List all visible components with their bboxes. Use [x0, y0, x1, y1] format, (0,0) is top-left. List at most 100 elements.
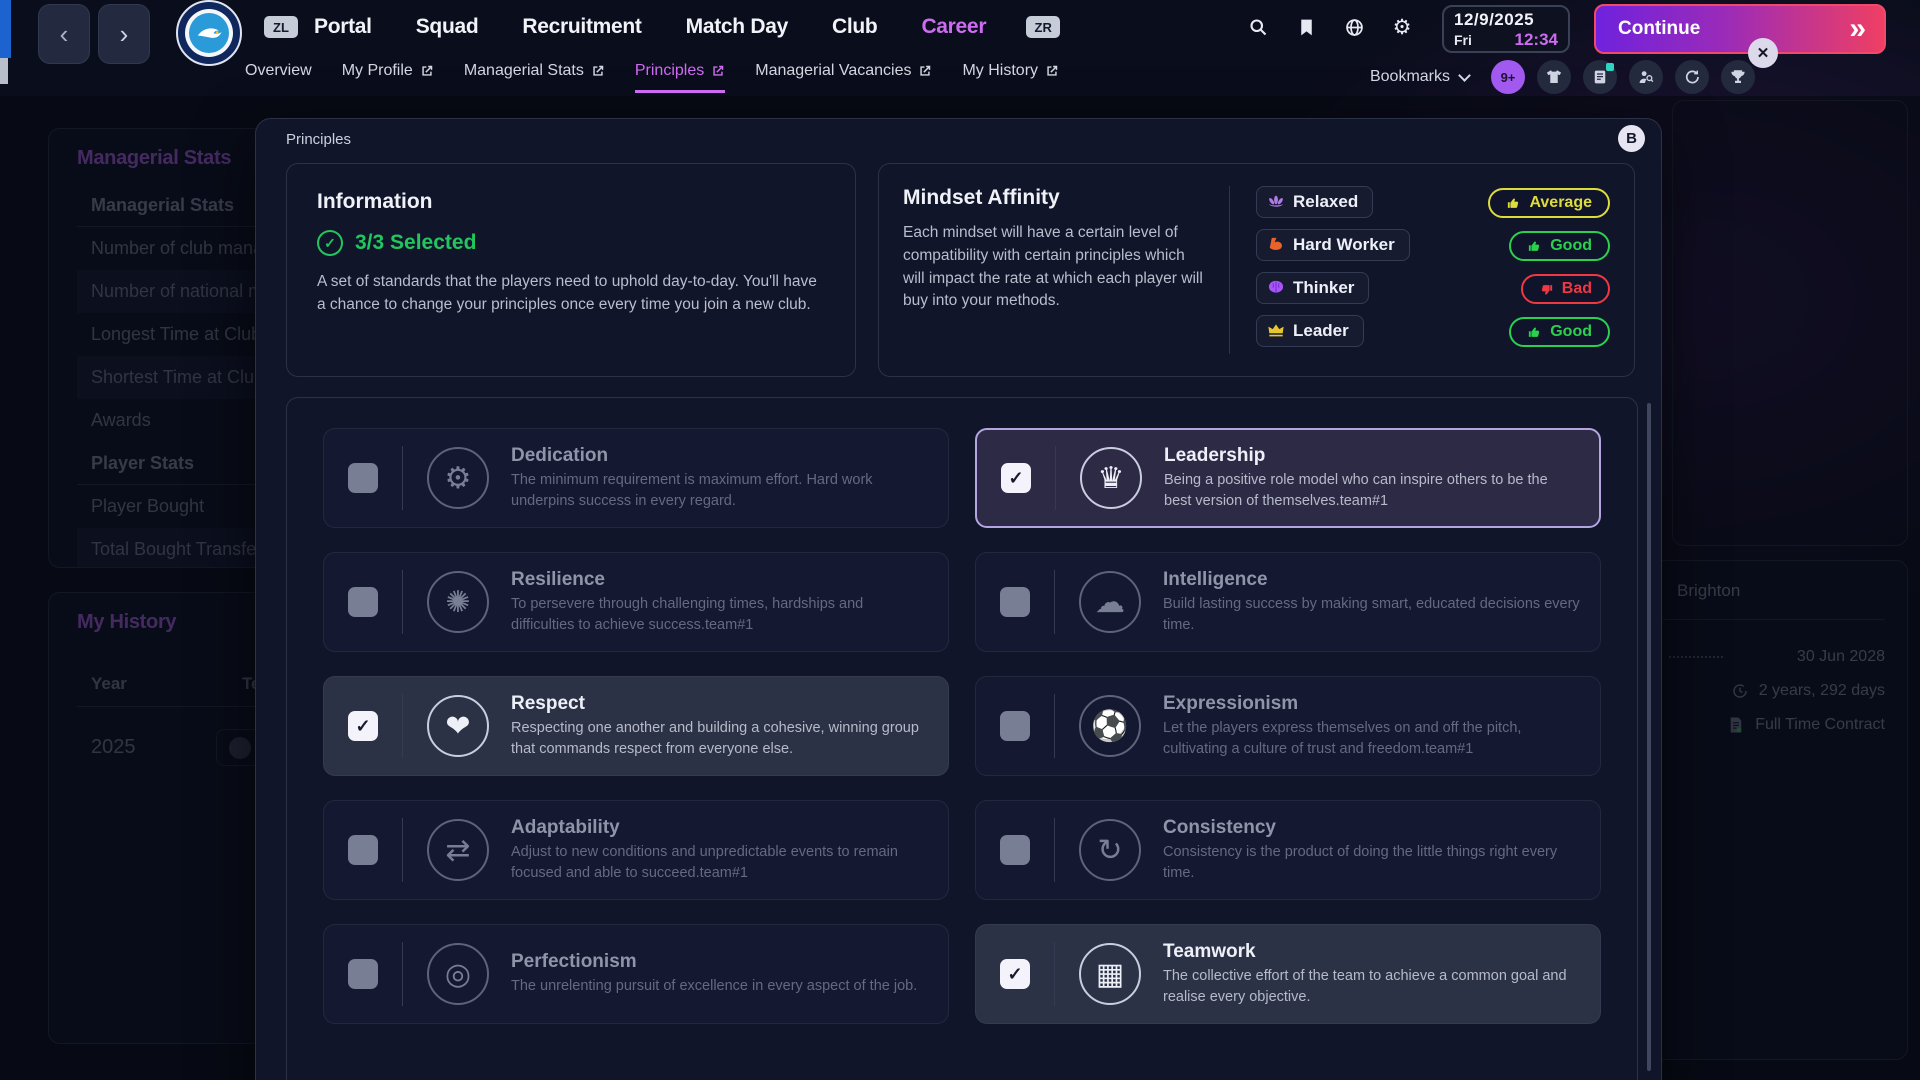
- principle-checkbox[interactable]: ✓: [348, 587, 378, 617]
- principle-checkbox[interactable]: ✓: [1001, 463, 1031, 493]
- tab-squad[interactable]: Squad: [416, 15, 479, 39]
- screen-edge-accent: [0, 0, 11, 58]
- scouting-icon[interactable]: [1629, 60, 1663, 94]
- nav-back-button[interactable]: ‹: [38, 4, 90, 64]
- principle-description: Respecting one another and building a co…: [511, 718, 928, 759]
- principle-description: Build lasting success by making smart, e…: [1163, 594, 1580, 635]
- zl-shoulder-button[interactable]: ZL: [264, 16, 298, 38]
- search-icon[interactable]: [1246, 15, 1270, 39]
- subtab-principles[interactable]: Principles: [635, 62, 725, 93]
- mindset-chip-hard-worker: Hard Worker: [1256, 229, 1410, 261]
- subtab-overview[interactable]: Overview: [245, 62, 312, 93]
- double-chevron-icon: »: [1849, 12, 1862, 46]
- brain-rays-icon: ✺: [427, 571, 489, 633]
- principle-checkbox[interactable]: ✓: [348, 959, 378, 989]
- principle-card-resilience[interactable]: ✓ ✺ Resilience To persevere through chal…: [323, 552, 949, 652]
- rating-pill-good: Good: [1509, 231, 1610, 261]
- swap-arrows-icon: ⇄: [427, 819, 489, 881]
- principle-checkbox[interactable]: ✓: [348, 463, 378, 493]
- selection-count: 3/3 Selected: [355, 231, 476, 255]
- information-panel: Information ✓ 3/3 Selected A set of stan…: [286, 163, 856, 377]
- principle-card-perfectionism[interactable]: ✓ ◎ Perfectionism The unrelenting pursui…: [323, 924, 949, 1024]
- principle-checkbox[interactable]: ✓: [348, 835, 378, 865]
- subtab-my-history[interactable]: My History: [962, 62, 1059, 93]
- principle-description: To persevere through challenging times, …: [511, 594, 928, 635]
- chevron-down-icon: [1458, 69, 1471, 82]
- bookmarks-dropdown[interactable]: Bookmarks: [1370, 68, 1469, 86]
- rating-pill-good: Good: [1509, 317, 1610, 347]
- chevron-right-icon: ›: [120, 19, 129, 50]
- principle-card-leadership[interactable]: ✓ ♛ Leadership Being a positive role mod…: [975, 428, 1601, 528]
- checkmark-icon: ✓: [1008, 468, 1023, 489]
- messages-badge[interactable]: 9+: [1491, 60, 1525, 94]
- external-link-icon: [711, 64, 725, 78]
- selection-status: ✓ 3/3 Selected: [317, 230, 825, 256]
- b-button-hint[interactable]: B: [1618, 125, 1645, 152]
- thumbs-down-icon: [1539, 282, 1554, 297]
- external-link-icon: [918, 64, 932, 78]
- subtab-my-profile[interactable]: My Profile: [342, 62, 434, 93]
- cycle-icon: ↻: [1079, 819, 1141, 881]
- football-heart-icon: ⚽: [1079, 695, 1141, 757]
- news-clipboard-icon[interactable]: [1583, 60, 1617, 94]
- brain-icon: [1266, 278, 1286, 298]
- principle-card-adaptability[interactable]: ✓ ⇄ Adaptability Adjust to new condition…: [323, 800, 949, 900]
- top-navigation-bar: ‹ › ZL Portal Squad Recruitment Match Da…: [0, 0, 1920, 54]
- nav-forward-button[interactable]: ›: [98, 4, 150, 64]
- affinity-ratings: Average Good Bad Good: [1488, 186, 1610, 354]
- principle-checkbox[interactable]: ✓: [1000, 959, 1030, 989]
- principle-card-dedication[interactable]: ✓ ⚙ Dedication The minimum requirement i…: [323, 428, 949, 528]
- checkmark-icon: ✓: [1007, 964, 1022, 985]
- continue-button[interactable]: Continue » ✕: [1594, 4, 1886, 54]
- principle-name: Dedication: [511, 445, 928, 467]
- principle-description: Being a positive role model who can insp…: [1164, 470, 1579, 511]
- tab-match-day[interactable]: Match Day: [686, 15, 788, 39]
- tab-portal[interactable]: Portal: [314, 15, 372, 39]
- thought-bubble-icon: ☁: [1079, 571, 1141, 633]
- principle-checkbox[interactable]: ✓: [348, 711, 378, 741]
- seagull-icon: [194, 18, 224, 48]
- career-sub-navigation: Overview My Profile Managerial Stats Pri…: [0, 56, 1920, 98]
- main-tabs: Portal Squad Recruitment Match Day Club …: [314, 15, 986, 39]
- principle-name: Respect: [511, 693, 928, 715]
- principle-name: Consistency: [1163, 817, 1580, 839]
- principle-checkbox[interactable]: ✓: [1000, 587, 1030, 617]
- modal-scrollbar[interactable]: [1647, 403, 1651, 1071]
- principle-card-teamwork[interactable]: ✓ ▦ Teamwork The collective effort of th…: [975, 924, 1601, 1024]
- settings-gear-icon[interactable]: ⚙: [1390, 15, 1414, 39]
- game-date: 12/9/2025: [1454, 10, 1558, 30]
- trophy-icon[interactable]: [1721, 60, 1755, 94]
- principle-checkbox[interactable]: ✓: [1000, 835, 1030, 865]
- bookmark-icon[interactable]: [1294, 15, 1318, 39]
- globe-icon[interactable]: [1342, 15, 1366, 39]
- subtab-managerial-vacancies[interactable]: Managerial Vacancies: [755, 62, 932, 93]
- principle-description: The unrelenting pursuit of excellence in…: [511, 976, 917, 997]
- cycle-icon[interactable]: [1675, 60, 1709, 94]
- game-day: Fri: [1454, 32, 1472, 48]
- tab-career[interactable]: Career: [921, 15, 986, 39]
- principle-checkbox[interactable]: ✓: [1000, 711, 1030, 741]
- principle-card-intelligence[interactable]: ✓ ☁ Intelligence Build lasting success b…: [975, 552, 1601, 652]
- tactics-board-icon: ▦: [1079, 943, 1141, 1005]
- topbar-right-cluster: ⚙ 12/9/2025 Fri 12:34 Continue » ✕: [1222, 0, 1886, 54]
- game-time: 12:34: [1515, 30, 1558, 50]
- mindset-heading: Mindset Affinity: [903, 186, 1203, 210]
- tab-club[interactable]: Club: [832, 15, 877, 39]
- principle-card-expressionism[interactable]: ✓ ⚽ Expressionism Let the players expres…: [975, 676, 1601, 776]
- zr-shoulder-button[interactable]: ZR: [1026, 16, 1060, 38]
- subbar-right-cluster: Bookmarks 9+: [1370, 60, 1755, 94]
- mindset-chip-leader: Leader: [1256, 315, 1364, 347]
- tab-recruitment[interactable]: Recruitment: [522, 15, 641, 39]
- notification-dot: [1606, 63, 1614, 71]
- principle-card-consistency[interactable]: ✓ ↻ Consistency Consistency is the produ…: [975, 800, 1601, 900]
- game-date-widget[interactable]: 12/9/2025 Fri 12:34: [1442, 5, 1570, 53]
- external-link-icon: [591, 64, 605, 78]
- principle-name: Intelligence: [1163, 569, 1580, 591]
- principles-modal: Principles B Information ✓ 3/3 Selected …: [255, 118, 1662, 1080]
- kit-shirt-icon[interactable]: [1537, 60, 1571, 94]
- checkmark-icon: ✓: [355, 716, 370, 737]
- thumbs-up-icon: [1527, 239, 1542, 254]
- principle-card-respect[interactable]: ✓ ❤ Respect Respecting one another and b…: [323, 676, 949, 776]
- subtab-managerial-stats[interactable]: Managerial Stats: [464, 62, 605, 93]
- principle-description: Let the players express themselves on an…: [1163, 718, 1580, 759]
